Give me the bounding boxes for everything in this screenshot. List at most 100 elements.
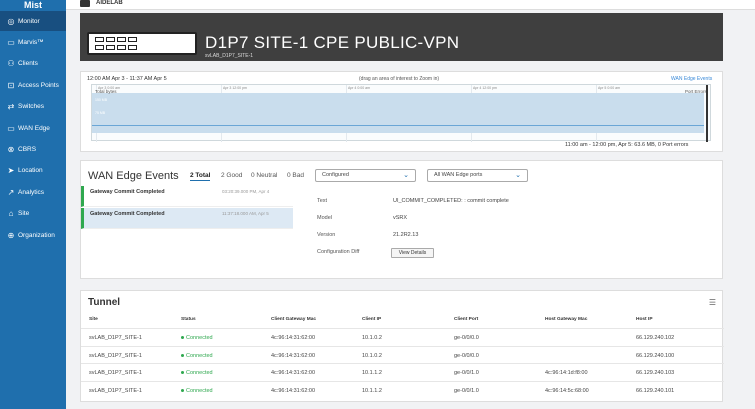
port-icon — [95, 45, 104, 50]
page-subtitle: svLAB_D1P7_SITE-1 — [205, 53, 254, 59]
sidebar-item-location[interactable]: ➤ Location — [0, 161, 66, 181]
column-header[interactable]: Client Gateway Mac — [271, 317, 316, 322]
table-cell: Connected — [181, 353, 213, 359]
tab-neutral[interactable]: 0 Neutral — [251, 172, 277, 179]
tick-label: Apr 4 0:00 am — [348, 86, 370, 90]
location-icon: ➤ — [7, 166, 15, 176]
sidebar-item-site[interactable]: ⌂ Site — [0, 204, 66, 224]
wan-edge-events-link[interactable]: WAN Edge Events — [671, 76, 712, 82]
table-cell: 4c:96:14:31:62:00 — [271, 388, 315, 394]
tab-total[interactable]: 2 Total — [190, 172, 211, 181]
detail-text-label: Text — [317, 198, 328, 204]
device-header: D1P7 SITE-1 CPE PUBLIC-VPN svLAB_D1P7_SI… — [80, 13, 723, 61]
port-filter-select[interactable]: All WAN Edge ports ⌄ — [427, 169, 528, 182]
chart-range: 12:00 AM Apr 3 - 11:37 AM Apr 5 — [87, 76, 167, 82]
traffic-chart-panel: 12:00 AM Apr 3 - 11:37 AM Apr 5 (drag an… — [80, 71, 723, 152]
brand-logo: Mist — [24, 0, 42, 10]
sidebar-item-switches[interactable]: ⇄ Switches — [0, 97, 66, 117]
table-cell: 4c:96:14:1d:f8:00 — [545, 370, 588, 376]
cell-text: 4c:96:14:1d:f8:00 — [545, 370, 588, 376]
y-label-top: 150 MB — [95, 98, 108, 102]
sidebar-item-label: CBRS — [18, 145, 37, 153]
tab-bad[interactable]: 0 Bad — [287, 172, 304, 179]
cell-text: 66.129.240.100 — [636, 352, 675, 359]
cell-text: 10.1.1.2 — [362, 387, 382, 394]
sidebar-item-clients[interactable]: ⚇ Clients — [0, 54, 66, 74]
org-name[interactable]: AIDELAB — [96, 0, 123, 7]
cell-text: 66.129.240.103 — [636, 370, 675, 376]
detail-model-value: vSRX — [393, 215, 408, 221]
port-icon — [117, 37, 126, 42]
table-cell: ge-0/0/1.0 — [454, 388, 479, 394]
sidebar-item-label: Monitor — [18, 17, 40, 25]
cell-text: ge-0/0/0.0 — [454, 335, 479, 341]
cell-text: Connected — [186, 335, 213, 341]
event-list-item[interactable]: Gateway Commit Completed 03:20:39.000 PM… — [81, 186, 293, 207]
cell-text: svLAB_D1P7_SITE-1 — [89, 387, 142, 394]
clients-icon: ⚇ — [7, 59, 15, 69]
table-row[interactable]: svLAB_D1P7_SITE-1 Connected 4c:96:14:31:62… — [81, 363, 724, 380]
tab-good[interactable]: 2 Good — [221, 172, 242, 179]
cell-text: Connected — [186, 387, 213, 394]
access-points-icon: ⊡ — [7, 80, 15, 90]
total-bytes-line — [92, 125, 704, 126]
column-header[interactable]: Client Port — [454, 317, 478, 322]
sidebar-item-analytics[interactable]: ↗ Analytics — [0, 182, 66, 202]
table-cell: 10.1.1.2 — [362, 388, 382, 394]
table-cell: 66.129.240.103 — [636, 370, 674, 376]
port-icon — [117, 45, 126, 50]
table-row[interactable]: svLAB_D1P7_SITE-1 Connected 4c:96:14:31:62… — [81, 380, 724, 398]
table-row[interactable]: svLAB_D1P7_SITE-1 Connected 4c:96:14:31:62… — [81, 345, 724, 363]
sidebar-item-monitor[interactable]: ◎ Monitor — [0, 11, 66, 31]
table-cell: svLAB_D1P7_SITE-1 — [89, 353, 142, 359]
chart-cursor[interactable] — [706, 85, 708, 142]
sidebar-item-label: Analytics — [18, 188, 45, 196]
table-cell: ge-0/0/0.0 — [454, 335, 479, 341]
wan-edge-events-panel: WAN Edge Events 2 Total 2 Good 0 Neutral… — [80, 160, 723, 279]
sidebar-item-wan-edge[interactable]: ▭ WAN Edge — [0, 118, 66, 138]
column-header[interactable]: Site — [89, 317, 98, 322]
tick-label: Apr 3 12:00 pm — [223, 86, 247, 90]
cell-text: ge-0/0/1.0 — [454, 370, 479, 376]
detail-version-value: 21.2R2.13 — [393, 232, 419, 238]
column-header[interactable]: Host Gateway Mac — [545, 317, 587, 322]
sidebar-item-marvis[interactable]: ▭ Marvis™ — [0, 32, 66, 52]
table-cell: 10.1.0.2 — [362, 353, 382, 359]
event-list-item[interactable]: Gateway Commit Completed 11:37:18.000 AM… — [81, 208, 293, 229]
cell-text: Connected — [186, 352, 213, 359]
traffic-plot[interactable]: Total bytes 150 MB 75 MB Port Errors Apr… — [91, 84, 711, 142]
table-cell: 4c:96:14:31:62:00 — [271, 353, 315, 359]
column-header[interactable]: Client IP — [362, 317, 381, 322]
cell-text: svLAB_D1P7_SITE-1 — [89, 335, 142, 341]
sidebar-item-label: WAN Edge — [18, 124, 50, 132]
sidebar-item-access-points[interactable]: ⊡ Access Points — [0, 75, 66, 95]
legend-port-errors: Port Errors — [685, 89, 707, 94]
cell-text: ge-0/0/0.0 — [454, 352, 479, 359]
tick-label: Apr 4 12:00 pm — [473, 86, 497, 90]
sidebar-item-label: Clients — [18, 60, 38, 68]
column-header[interactable]: Host IP — [636, 317, 653, 322]
table-cell: Connected — [181, 335, 213, 341]
table-cell: 10.1.0.2 — [362, 335, 382, 341]
menu-icon[interactable]: ☰ — [709, 298, 716, 307]
status-dot-icon — [181, 336, 184, 340]
view-details-button[interactable]: View Details — [391, 248, 434, 258]
y-label-mid: 75 MB — [95, 111, 106, 115]
table-cell: ge-0/0/0.0 — [454, 353, 479, 359]
event-type-select[interactable]: Configured ⌄ — [315, 169, 416, 182]
cell-text: ge-0/0/1.0 — [454, 387, 479, 394]
sidebar-item-cbrs[interactable]: ⊗ CBRS — [0, 139, 66, 159]
cell-text: 4c:96:14:31:62:00 — [271, 370, 316, 376]
sidebar-item-organization[interactable]: ⊕ Organization — [0, 225, 66, 245]
port-icon — [106, 45, 115, 50]
total-bytes-area — [92, 93, 704, 133]
cell-text: svLAB_D1P7_SITE-1 — [89, 370, 142, 376]
column-header[interactable]: Status — [181, 317, 196, 322]
table-cell: 10.1.1.2 — [362, 370, 382, 376]
sidebar-item-label: Location — [18, 167, 43, 175]
event-type-value: Configured — [322, 172, 349, 178]
table-row[interactable]: svLAB_D1P7_SITE-1 Connected 4c:96:14:31:62… — [81, 328, 724, 345]
cell-text: svLAB_D1P7_SITE-1 — [89, 352, 142, 359]
cell-text: 66.129.240.102 — [636, 335, 675, 341]
event-time: 11:37:18.000 AM, Apr 5 — [222, 211, 269, 216]
